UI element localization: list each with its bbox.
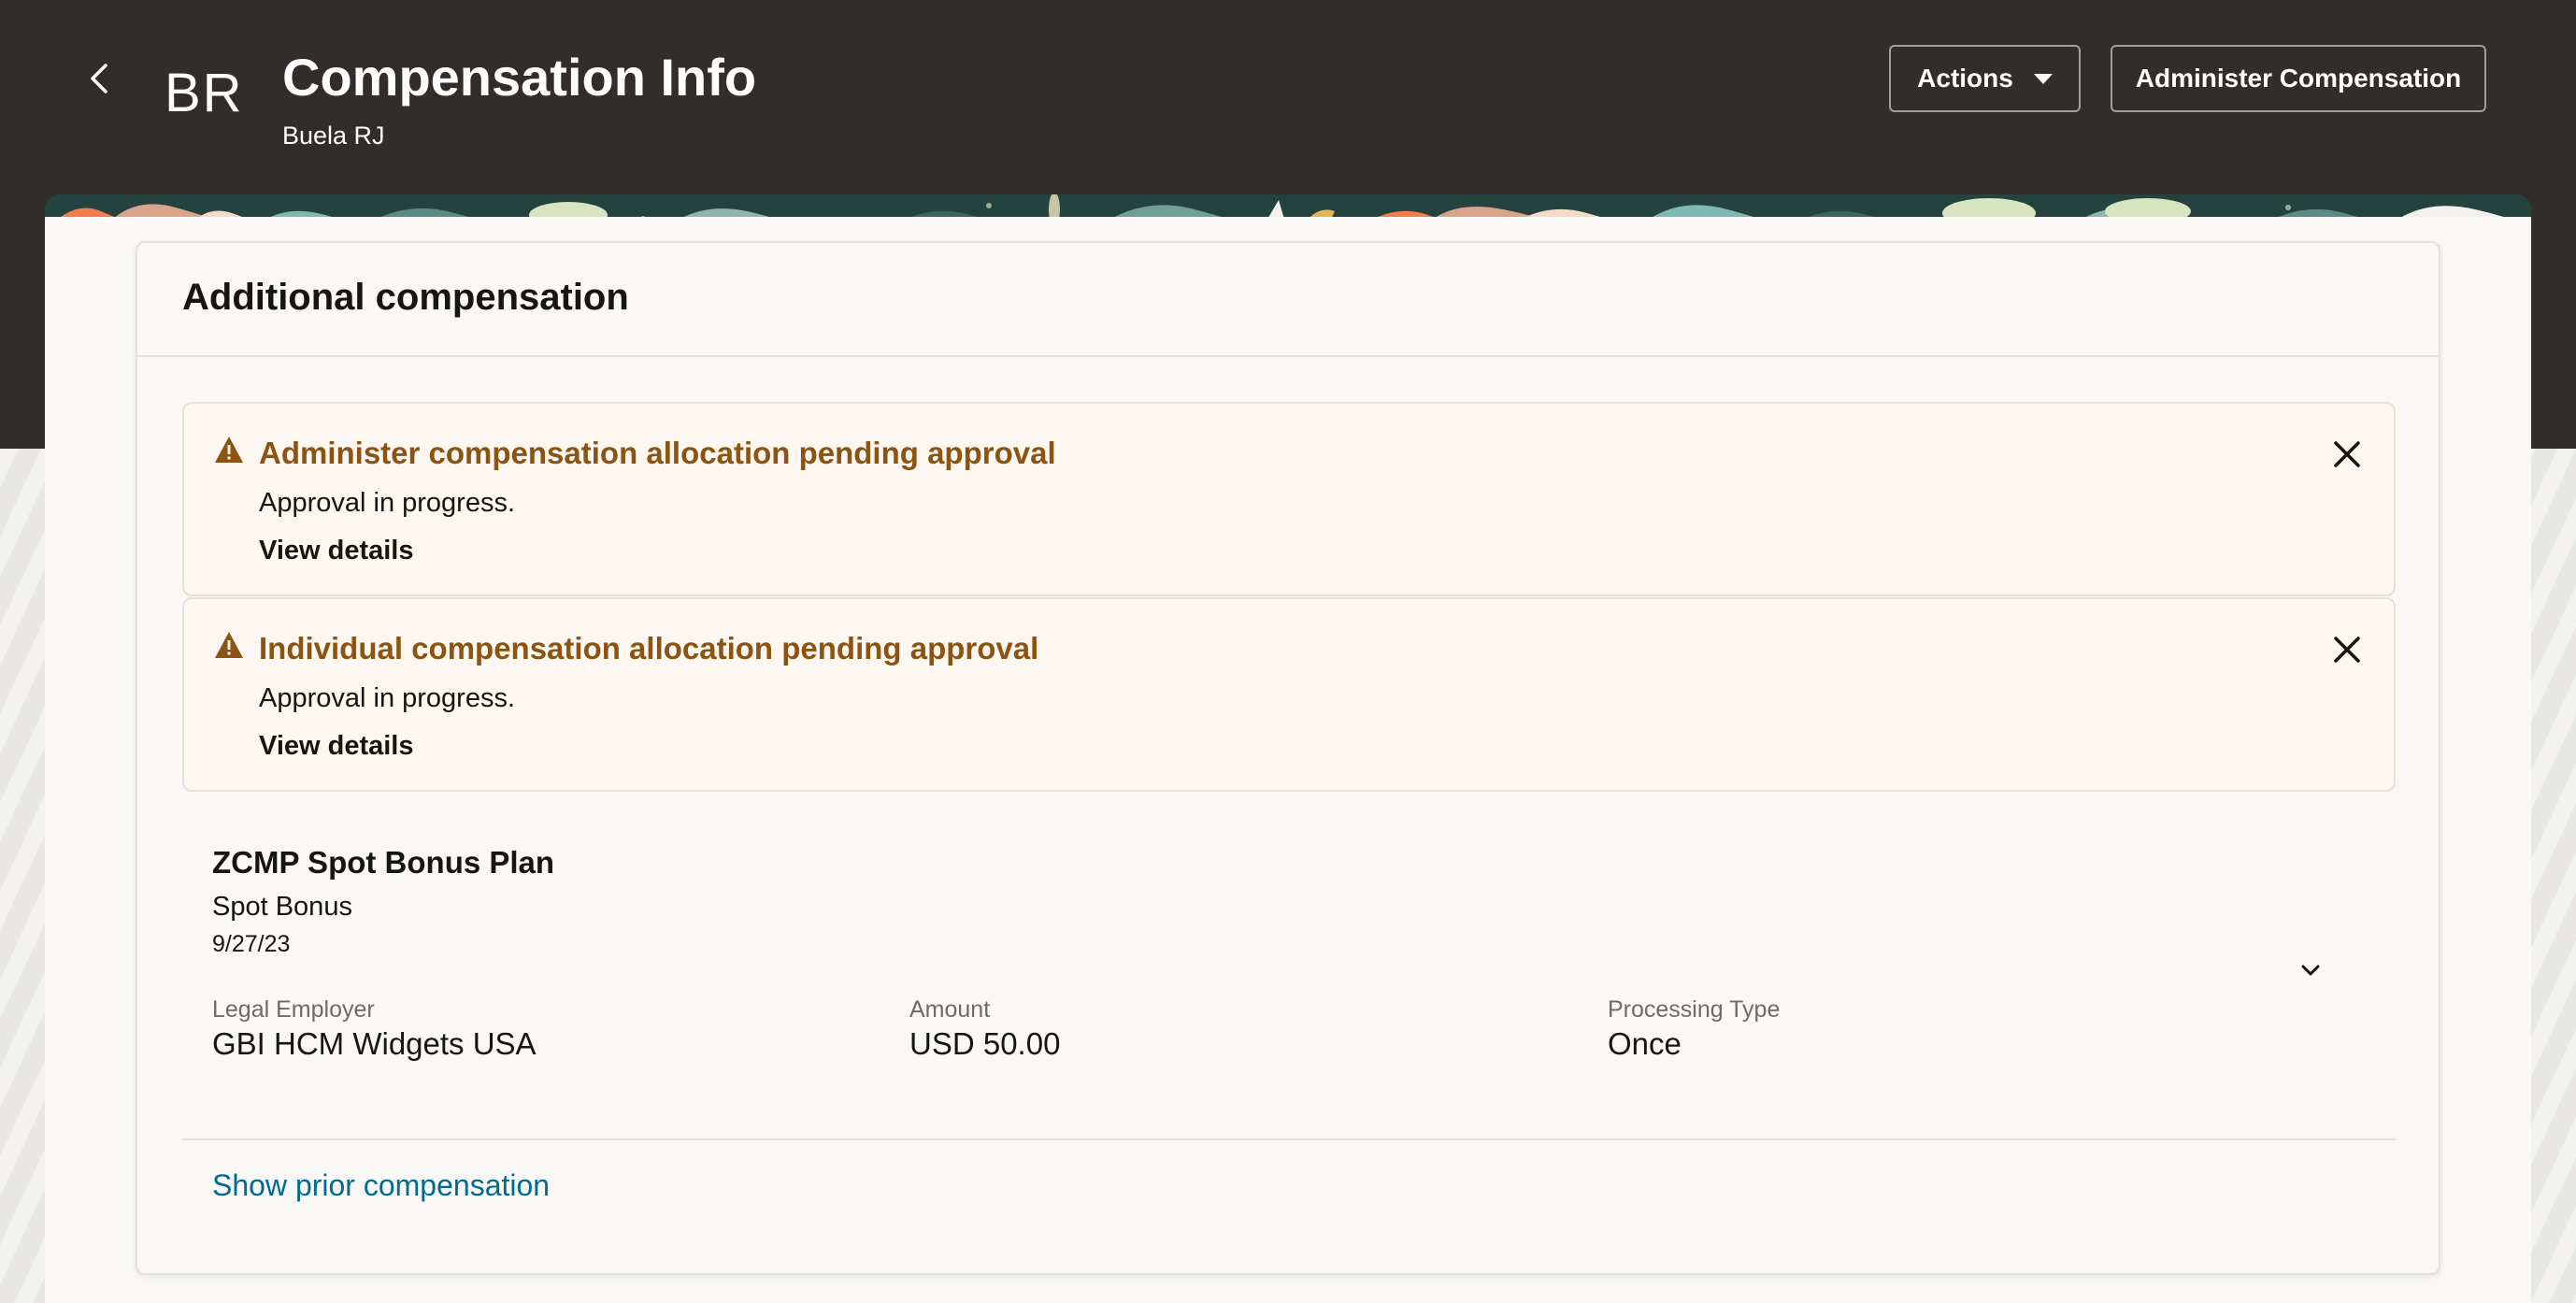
legal-employer-label: Legal Employer (212, 996, 375, 1023)
close-icon (2334, 441, 2360, 467)
legal-employer-value: GBI HCM Widgets USA (212, 1026, 537, 1061)
plan-type: Spot Bonus (212, 892, 352, 922)
avatar-initials: BR (165, 63, 244, 123)
expand-plan-button[interactable] (2292, 952, 2329, 989)
close-alert-button[interactable] (2328, 631, 2366, 668)
administer-compensation-button[interactable]: Administer Compensation (2111, 45, 2486, 112)
plan-name: ZCMP Spot Bonus Plan (212, 845, 555, 880)
alert-title: Individual compensation allocation pendi… (259, 631, 1039, 666)
alert-title: Administer compensation allocation pendi… (259, 436, 1056, 470)
show-prior-compensation-link[interactable]: Show prior compensation (212, 1168, 550, 1203)
person-name: Buela RJ (282, 122, 385, 150)
administer-button-label: Administer Compensation (2135, 64, 2462, 93)
pending-approval-alert: Individual compensation allocation pendi… (182, 597, 2396, 792)
page: BR Compensation Info Buela RJ Actions Ad… (0, 0, 2576, 1303)
close-alert-button[interactable] (2328, 436, 2366, 473)
page-title: Compensation Info (282, 48, 757, 107)
alert-message: Approval in progress. (259, 488, 516, 518)
card-title: Additional compensation (182, 277, 629, 318)
view-details-link[interactable]: View details (259, 731, 414, 762)
view-details-link[interactable]: View details (259, 536, 414, 566)
actions-button-label: Actions (1917, 64, 2013, 93)
back-button[interactable] (79, 58, 120, 99)
plan-date: 9/27/23 (212, 931, 291, 957)
processing-type-label: Processing Type (1608, 996, 1781, 1023)
processing-type-value: Once (1608, 1026, 1682, 1061)
caret-down-icon (2033, 73, 2053, 84)
pending-approval-alert: Administer compensation allocation pendi… (182, 402, 2396, 596)
actions-menu-button[interactable]: Actions (1889, 45, 2081, 112)
additional-compensation-card: Additional compensation Administer compe… (136, 241, 2440, 1275)
plan-divider (182, 1138, 2396, 1140)
alert-message: Approval in progress. (259, 683, 516, 713)
amount-label: Amount (909, 996, 991, 1023)
warning-icon (215, 437, 243, 463)
card-header-divider (137, 355, 2439, 357)
warning-icon (215, 632, 243, 658)
amount-value: USD 50.00 (909, 1026, 1061, 1061)
close-icon (2334, 637, 2360, 663)
chevron-down-icon (2301, 965, 2320, 976)
chevron-left-icon (91, 64, 107, 93)
